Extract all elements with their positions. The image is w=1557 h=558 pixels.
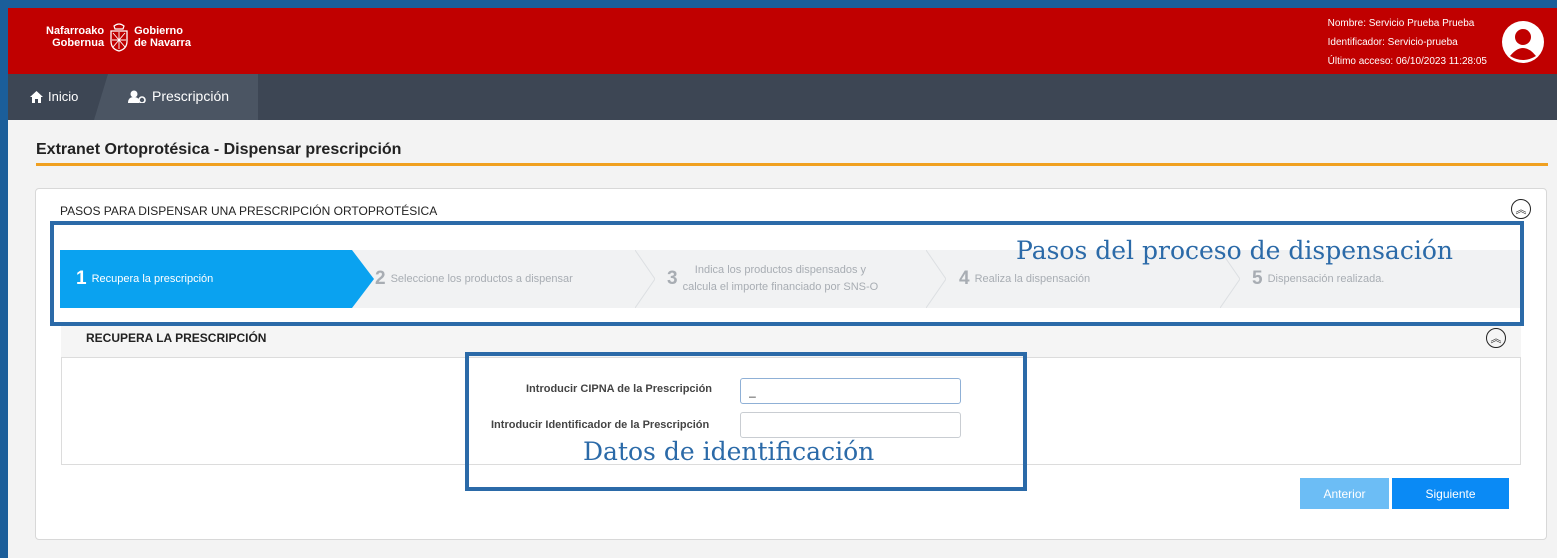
double-chevron-up-icon: ︽ — [1490, 333, 1502, 345]
nav-home-label: Inicio — [48, 89, 79, 104]
nav-prescription[interactable]: Prescripción — [128, 88, 229, 104]
page-title: Extranet Ortoprotésica - Dispensar presc… — [36, 141, 402, 158]
form-annotation-label: Datos de identificación — [583, 437, 875, 466]
logo-text-de-navarra: de Navarra — [134, 37, 191, 49]
top-header: Nafarroako Gobernua Gobierno de Navarra … — [8, 8, 1557, 74]
coat-of-arms-icon — [110, 23, 128, 52]
government-logo[interactable]: Nafarroako Gobernua Gobierno de Navarra — [46, 22, 191, 52]
user-info: Nombre: Servicio Prueba Prueba Identific… — [1328, 14, 1487, 71]
user-name: Nombre: Servicio Prueba Prueba — [1327, 18, 1475, 29]
title-divider — [36, 163, 1548, 166]
logo-text-gobierno: Gobierno — [134, 25, 183, 37]
panel-title: PASOS PARA DISPENSAR UNA PRESCRIPCIÓN OR… — [60, 204, 438, 218]
double-chevron-up-icon: ︽ — [1515, 204, 1527, 216]
retrieve-prescription-title: RECUPERA LA PRESCRIPCIÓN — [86, 331, 267, 345]
last-access: Último acceso: 06/10/2023 11:28:05 — [1327, 56, 1487, 67]
steps-annotation-label: Pasos del proceso de dispensación — [1016, 236, 1453, 265]
logo-text-gobernua: Gobernua — [52, 37, 105, 49]
collapse-section-button[interactable]: ︽ — [1486, 328, 1506, 348]
home-icon — [30, 90, 43, 103]
previous-button[interactable]: Anterior — [1300, 478, 1389, 509]
user-identifier: Identificador: Servicio-prueba — [1327, 37, 1458, 48]
nav-home[interactable]: Inicio — [30, 89, 78, 104]
user-cog-icon — [128, 90, 146, 103]
logo-text-nafarroako: Nafarroako — [46, 25, 105, 37]
nav-prescription-label: Prescripción — [152, 88, 230, 104]
next-button[interactable]: Siguiente — [1392, 478, 1509, 509]
collapse-panel-button[interactable]: ︽ — [1511, 199, 1531, 219]
user-avatar-icon[interactable] — [1501, 20, 1545, 64]
main-navbar: Inicio Prescripción — [8, 74, 1557, 120]
form-annotation-box — [465, 352, 1027, 491]
